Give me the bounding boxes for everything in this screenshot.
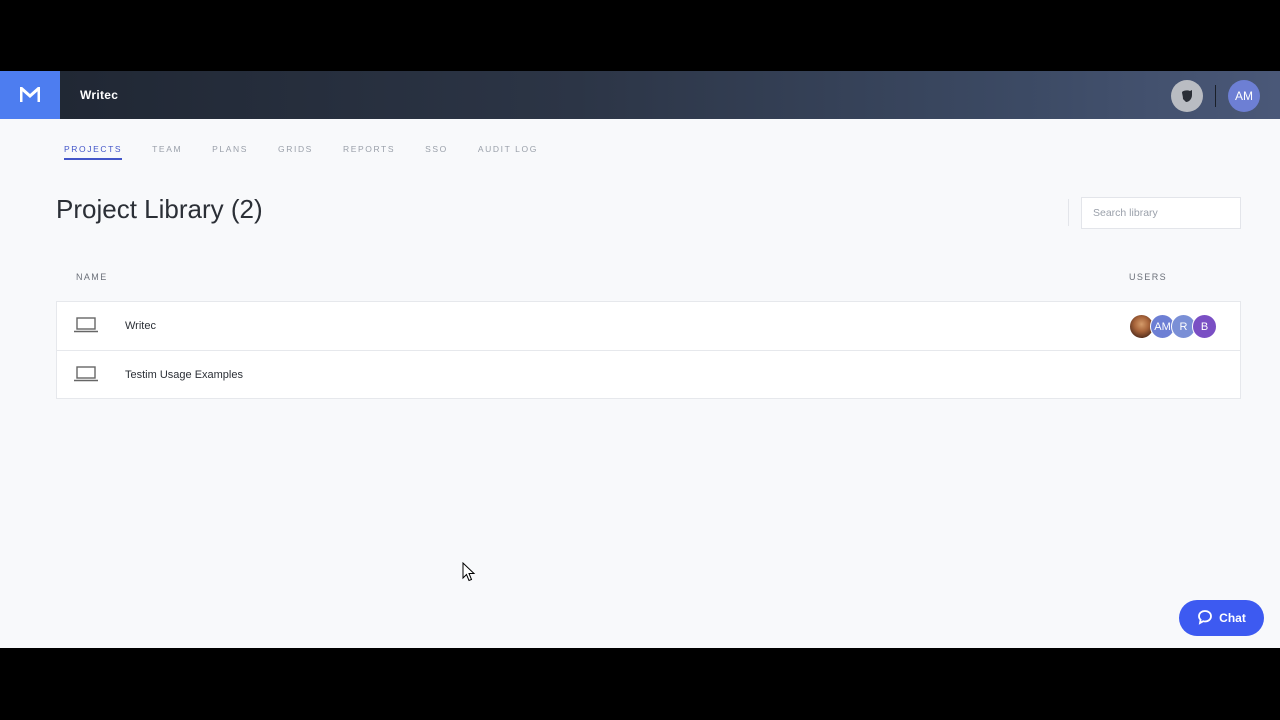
tab-sso[interactable]: SSO [425, 144, 448, 160]
notification-icon[interactable] [1171, 80, 1203, 112]
tab-grids[interactable]: GRIDS [278, 144, 313, 160]
tab-plans[interactable]: PLANS [212, 144, 248, 160]
tab-team[interactable]: TEAM [152, 144, 182, 160]
top-bar: Writec AM [0, 71, 1280, 119]
chat-label: Chat [1219, 611, 1246, 625]
search-input[interactable] [1081, 197, 1241, 229]
header-divider [1215, 85, 1216, 107]
tab-audit-log[interactable]: AUDIT LOG [478, 144, 538, 160]
user-avatar[interactable]: AM [1228, 80, 1260, 112]
laptop-icon [74, 317, 98, 338]
tab-projects[interactable]: PROJECTS [64, 144, 123, 160]
workspace-name[interactable]: Writec [80, 71, 118, 119]
laptop-icon [74, 366, 98, 387]
user-avatar-b[interactable]: B [1192, 314, 1217, 339]
column-header-name[interactable]: NAME [76, 272, 108, 282]
project-name[interactable]: Writec [125, 320, 156, 332]
table-row[interactable]: Testim Usage Examples [57, 350, 1240, 398]
chat-button[interactable]: Chat [1179, 600, 1264, 636]
search-divider [1068, 199, 1069, 226]
project-name[interactable]: Testim Usage Examples [125, 369, 243, 381]
nav-tabs: PROJECTS TEAM PLANS GRIDS REPORTS SSO AU… [64, 144, 568, 160]
column-header-users[interactable]: USERS [1129, 272, 1167, 282]
table-row[interactable]: Writec AM R B [57, 302, 1240, 350]
project-table: Writec AM R B Testim Usage Examples [56, 301, 1241, 399]
logo-icon[interactable] [0, 71, 60, 119]
mouse-cursor-icon [462, 561, 476, 587]
tab-reports[interactable]: REPORTS [343, 144, 395, 160]
chat-bubble-icon [1197, 609, 1213, 628]
app-frame: Writec AM PROJECTS TEAM PLANS GRIDS REPO… [0, 71, 1280, 648]
user-avatars: AM R B [1129, 314, 1217, 339]
page-title: Project Library (2) [56, 194, 263, 224]
